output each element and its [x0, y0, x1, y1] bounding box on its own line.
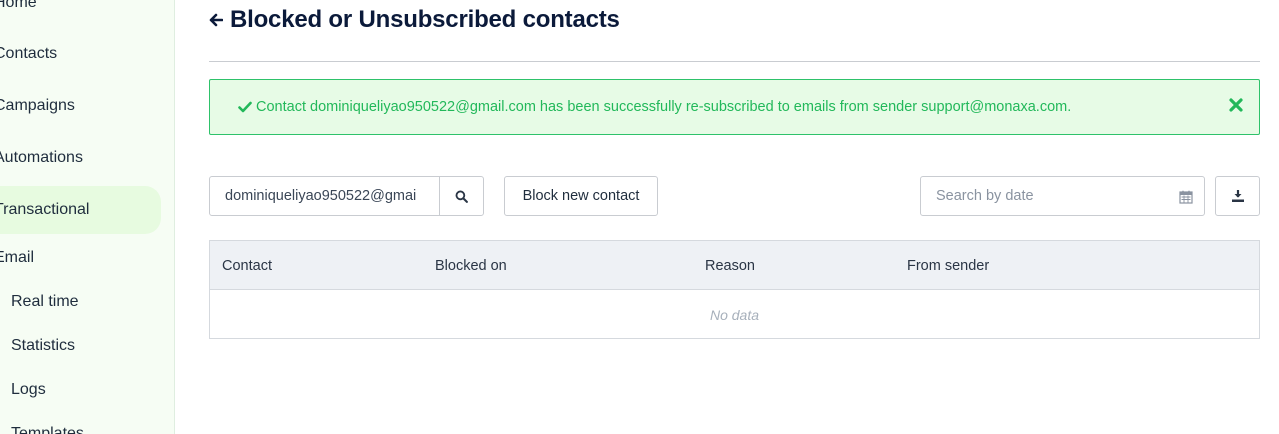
page-title: Blocked or Unsubscribed contacts: [230, 6, 620, 33]
page-header: Blocked or Unsubscribed contacts: [209, 6, 620, 34]
calendar-icon[interactable]: [1179, 190, 1193, 204]
block-new-contact-button[interactable]: Block new contact: [504, 176, 658, 216]
sidebar-item-real-time[interactable]: Real time: [11, 293, 79, 311]
column-header-contact[interactable]: Contact: [222, 258, 272, 274]
download-button[interactable]: [1215, 176, 1260, 216]
success-alert: Contact dominiqueliyao950522@gmail.com h…: [209, 79, 1260, 135]
column-header-from-sender[interactable]: From sender: [907, 258, 989, 274]
sidebar-item-label: Transactional: [0, 201, 90, 218]
title-divider: [209, 61, 1260, 62]
sidebar-item-logs[interactable]: Logs: [11, 381, 46, 399]
search-button[interactable]: [439, 176, 484, 216]
sidebar-item-email[interactable]: Email: [0, 249, 34, 267]
sidebar-item-statistics[interactable]: Statistics: [11, 337, 75, 355]
sidebar-item-transactional[interactable]: Transactional: [0, 186, 161, 234]
column-header-blocked-on[interactable]: Blocked on: [435, 258, 507, 274]
blocked-contacts-table: Contact Blocked on Reason From sender No…: [209, 240, 1260, 339]
check-icon: [238, 101, 252, 113]
table-header: Contact Blocked on Reason From sender: [210, 241, 1259, 290]
sidebar-item-campaigns[interactable]: Campaigns: [0, 97, 75, 115]
alert-message: Contact dominiqueliyao950522@gmail.com h…: [256, 99, 1072, 115]
search-input[interactable]: [209, 176, 440, 216]
sidebar-item-templates[interactable]: Templates: [11, 425, 84, 434]
sidebar-item-contacts[interactable]: Contacts: [0, 45, 57, 63]
download-icon: [1231, 190, 1244, 202]
search-icon: [455, 190, 468, 203]
sidebar-item-automations[interactable]: Automations: [0, 149, 83, 167]
close-icon[interactable]: [1228, 97, 1244, 113]
date-search-input[interactable]: [921, 177, 1161, 215]
date-search-field[interactable]: [920, 176, 1205, 216]
arrow-left-icon[interactable]: [209, 13, 223, 27]
sidebar: Home Contacts Campaigns Automations Tran…: [0, 0, 175, 434]
empty-state-text: No data: [709, 307, 760, 323]
column-header-reason[interactable]: Reason: [705, 258, 755, 274]
sidebar-item-home[interactable]: Home: [0, 0, 37, 12]
